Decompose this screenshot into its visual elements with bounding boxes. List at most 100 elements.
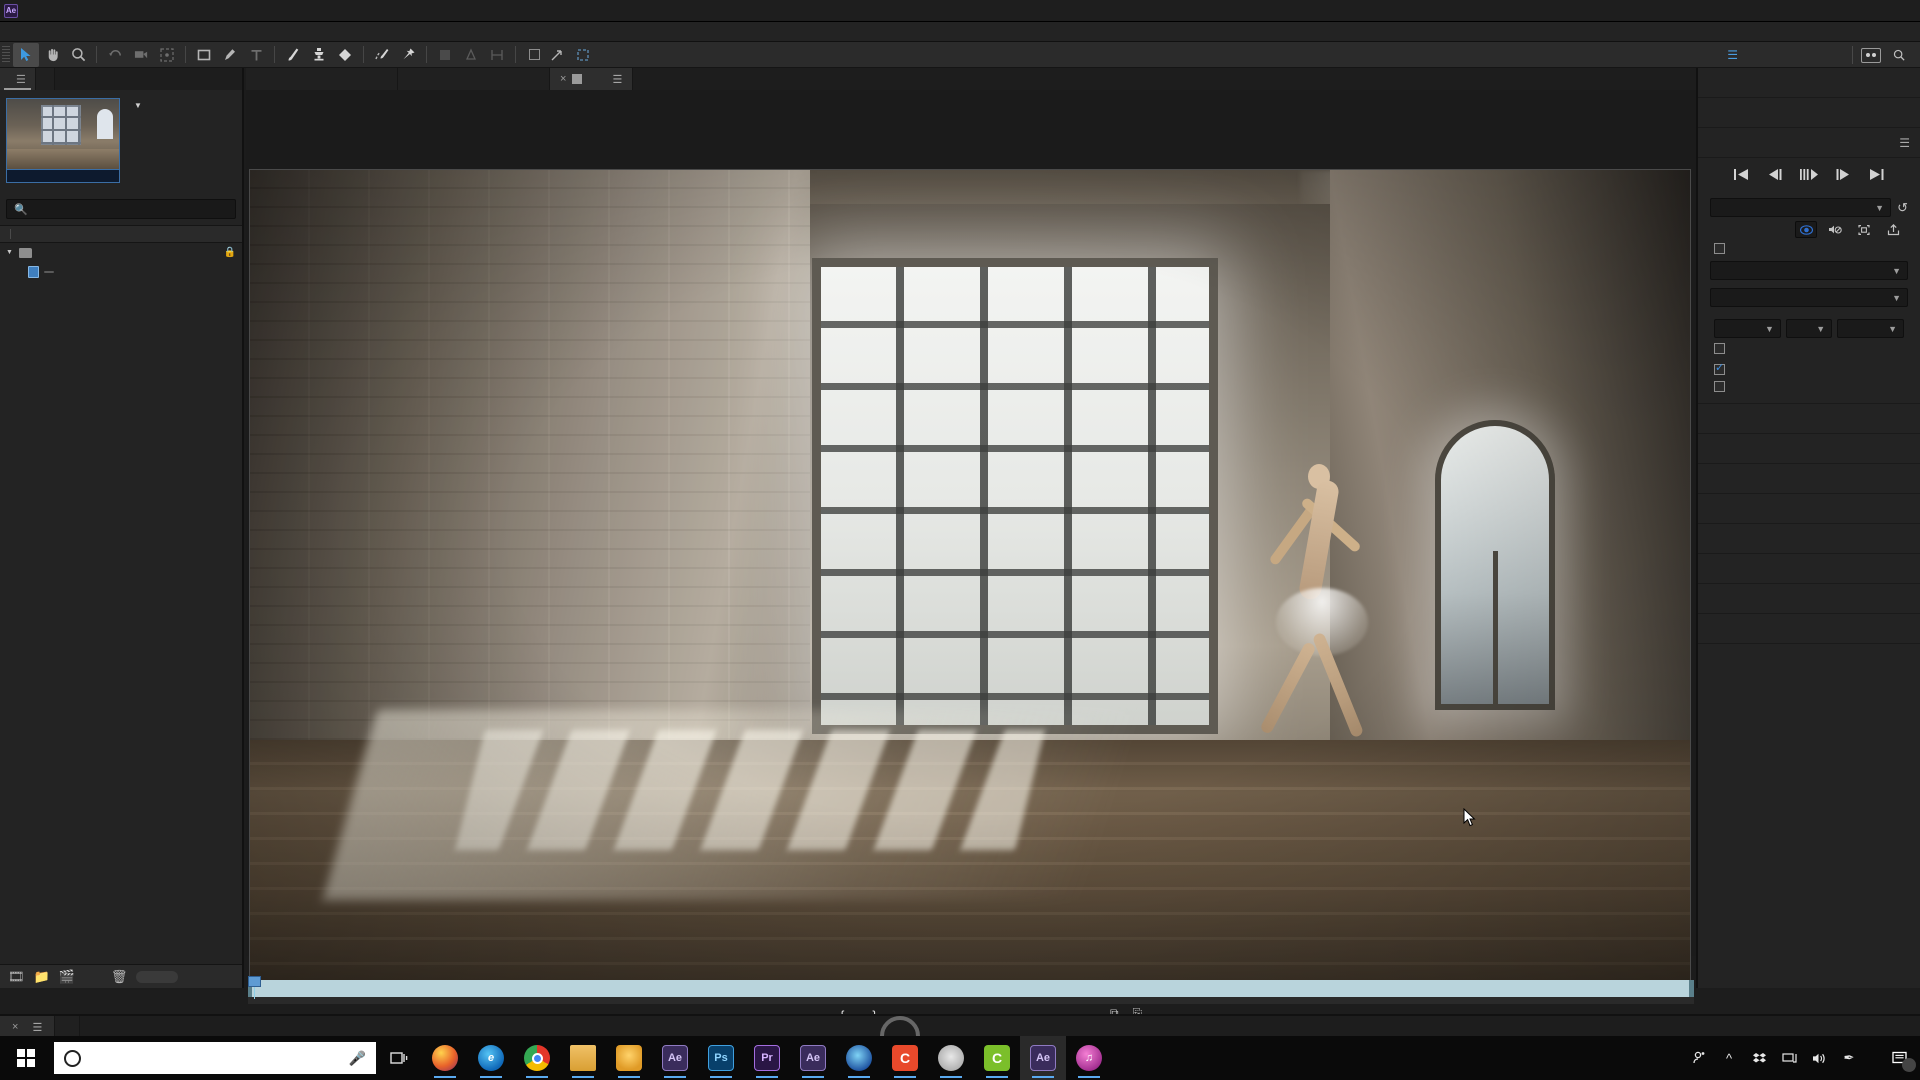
after-effects-3-icon[interactable]: Ae	[1020, 1036, 1066, 1080]
microphone-icon[interactable]: 🎤	[349, 1050, 366, 1067]
play-from-select[interactable]: ▼	[1710, 288, 1908, 307]
firefox-icon[interactable]	[422, 1036, 468, 1080]
work-area-end-handle[interactable]	[1689, 980, 1694, 997]
menu-file[interactable]	[5, 30, 23, 34]
snapping-toggle[interactable]	[529, 49, 544, 60]
after-effects-2-icon[interactable]: Ae	[790, 1036, 836, 1080]
panel-preview[interactable]: ☰	[1698, 128, 1920, 158]
tab-footage[interactable]: × ☰	[550, 68, 634, 90]
project-row-file[interactable]	[0, 262, 242, 281]
mask-tool-icon[interactable]	[484, 43, 510, 67]
chevron-down-icon[interactable]: ▼	[134, 99, 142, 112]
workspace-menu-icon[interactable]: ☰	[1725, 48, 1748, 62]
play-pause-icon[interactable]	[1799, 168, 1819, 184]
range-select[interactable]: ▼	[1710, 261, 1908, 280]
rotation-tool-icon[interactable]	[102, 43, 128, 67]
file-explorer-icon[interactable]	[560, 1036, 606, 1080]
taskbar-search-input[interactable]: 🎤	[54, 1042, 376, 1074]
zoom-tool-icon[interactable]	[65, 43, 91, 67]
toolbar-grip[interactable]	[2, 45, 10, 64]
menu-view[interactable]	[113, 30, 131, 34]
lock-icon[interactable]: 🔒	[224, 247, 236, 258]
if-caching-checkbox[interactable]	[1714, 361, 1725, 375]
cache-before-playback-checkbox[interactable]	[1714, 243, 1725, 254]
new-folder-icon[interactable]: 📁	[34, 969, 50, 985]
menu-effect[interactable]	[77, 30, 95, 34]
export-icon[interactable]	[1882, 221, 1904, 238]
menu-edit[interactable]	[23, 30, 41, 34]
premiere-icon[interactable]: Pr	[744, 1036, 790, 1080]
close-timeline-tab-icon[interactable]: ×	[12, 1021, 18, 1033]
frame-rate-select[interactable]: ▼	[1714, 319, 1781, 338]
skip-select[interactable]: ▼	[1785, 319, 1833, 338]
panel-align[interactable]	[1698, 434, 1920, 464]
pan-behind-tool-icon[interactable]	[154, 43, 180, 67]
dropbox-tray-icon[interactable]	[1744, 1036, 1774, 1080]
new-comp-icon[interactable]: 🎞	[8, 969, 25, 985]
panel-menu-icon[interactable]: ☰	[16, 73, 26, 86]
chrome-icon[interactable]	[514, 1036, 560, 1080]
brush-tool-icon[interactable]	[280, 43, 306, 67]
cache-before-playback-row[interactable]	[1706, 240, 1912, 257]
show-hidden-icons-icon[interactable]: ^	[1714, 1036, 1744, 1080]
adobe-stock-icon[interactable]	[1861, 47, 1881, 63]
puppet-pin-tool-icon[interactable]	[395, 43, 421, 67]
after-effects-icon[interactable]: Ae	[652, 1036, 698, 1080]
panel-paragraph[interactable]	[1698, 524, 1920, 554]
menu-animation[interactable]	[95, 30, 113, 34]
overlays-icon[interactable]	[1853, 221, 1875, 238]
media-encoder-icon[interactable]	[836, 1036, 882, 1080]
go-to-end-icon[interactable]	[1868, 168, 1885, 184]
panel-brushes[interactable]	[1698, 584, 1920, 614]
playhead-marker[interactable]	[248, 976, 261, 999]
panel-character[interactable]	[1698, 494, 1920, 524]
go-to-start-icon[interactable]	[1733, 168, 1750, 184]
eraser-tool-icon[interactable]	[332, 43, 358, 67]
project-row-folder[interactable]: ▼ 🔒	[0, 243, 242, 262]
selection-tool-icon[interactable]	[13, 42, 39, 67]
project-settings-icon[interactable]: 🎬	[59, 969, 75, 985]
panel-libraries[interactable]	[1698, 464, 1920, 494]
time-ruler-bar[interactable]	[248, 980, 1694, 997]
project-search-input[interactable]: 🔍	[6, 199, 236, 219]
preview-panel-menu-icon[interactable]: ☰	[1899, 136, 1910, 150]
clone-stamp-tool-icon[interactable]	[306, 43, 332, 67]
move-time-checkbox[interactable]	[1714, 381, 1725, 392]
panel-info[interactable]	[1698, 68, 1920, 98]
snapping-checkbox[interactable]	[529, 49, 540, 60]
start-button[interactable]	[0, 1036, 52, 1080]
move-time-row[interactable]	[1706, 378, 1912, 395]
panel-audio[interactable]	[1698, 98, 1920, 128]
help-search-box[interactable]	[1889, 49, 1920, 61]
tab-render-queue[interactable]	[55, 1016, 81, 1038]
viewer-time-ruler[interactable]	[248, 976, 1694, 1004]
align-tool-icon[interactable]	[458, 43, 484, 67]
video-icon[interactable]	[1795, 221, 1817, 238]
resolution-select[interactable]: ▼	[1837, 319, 1905, 338]
full-screen-checkbox[interactable]	[1714, 343, 1725, 354]
tab-project[interactable]: ☰	[0, 68, 36, 90]
volume-icon[interactable]	[1804, 1036, 1834, 1080]
snap-arrow-icon[interactable]	[544, 43, 570, 67]
shape-tool-icon[interactable]	[191, 43, 217, 67]
roto-brush-tool-icon[interactable]	[369, 43, 395, 67]
notification-center-icon[interactable]	[1880, 1036, 1920, 1080]
viewer-canvas-area[interactable]	[246, 90, 1696, 981]
previous-frame-icon[interactable]	[1766, 168, 1783, 184]
photoshop-icon[interactable]: Ps	[698, 1036, 744, 1080]
panel-effects-presets[interactable]	[1698, 404, 1920, 434]
dropbox-icon[interactable]	[606, 1036, 652, 1080]
tab-timeline-none[interactable]: × ☰	[0, 1016, 56, 1038]
footage-canvas[interactable]	[249, 169, 1691, 981]
camtasia-editor-icon[interactable]: C	[974, 1036, 1020, 1080]
hand-tool-icon[interactable]	[39, 43, 65, 67]
network-icon[interactable]	[1774, 1036, 1804, 1080]
revert-shortcut-icon[interactable]: ↺	[1897, 200, 1908, 216]
itunes-icon[interactable]: ♫	[1066, 1036, 1112, 1080]
menu-help[interactable]	[149, 30, 167, 34]
tab-composition[interactable]	[246, 68, 398, 90]
minimize-button[interactable]	[1782, 0, 1828, 22]
pen-workspace-icon[interactable]: ✒	[1834, 1036, 1864, 1080]
pen-tool-icon[interactable]	[217, 43, 243, 67]
menu-layer[interactable]	[59, 30, 77, 34]
